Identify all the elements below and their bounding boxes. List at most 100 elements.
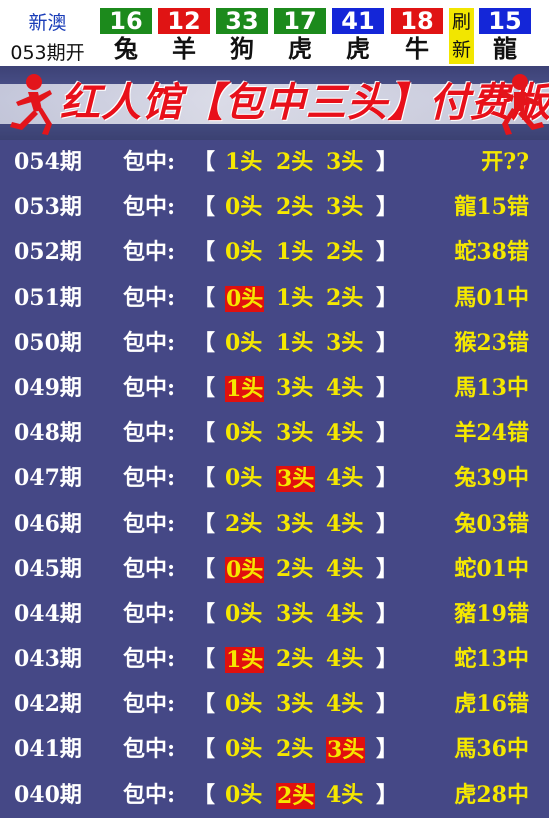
bracket-close: 】 [376,329,399,356]
row-period: 044期 [14,600,82,627]
number-ball: 33 狗 [216,8,268,64]
head-pick: 1头 [225,149,263,175]
head-pick: 4头 [326,781,364,808]
ball-number: 12 [158,8,210,35]
head-pick: 4头 [326,646,364,673]
ball-zodiac: 羊 [172,34,196,63]
row-result: 蛇13中 [454,646,529,673]
banner-title: 红人馆【包中三头】付费版 [60,79,549,126]
head-pick: 4头 [326,510,364,537]
head-pick: 3头 [326,737,366,764]
ball-number: 17 [274,8,326,35]
row-result: 虎16错 [454,691,529,718]
bracket-open: 【 [193,510,216,537]
bracket-close: 】 [376,600,399,627]
bracket-close: 】 [376,691,399,718]
ball-zodiac: 狗 [230,34,254,63]
ball-zodiac: 虎 [346,34,370,63]
row-period: 048期 [14,420,82,447]
bracket-close: 】 [376,555,399,582]
head-pick: 0头 [225,736,263,763]
head-pick: 1头 [225,375,265,402]
bracket-close: 】 [376,149,399,175]
bracket-close: 】 [376,736,399,763]
head-pick: 1头 [276,329,314,356]
head-pick: 0头 [225,781,263,808]
prediction-row: 048期 包中: 【 0头 3头 4头】 羊24错 [0,411,549,456]
head-pick: 3头 [276,691,314,718]
bracket-close: 】 [376,646,399,673]
row-period: 047期 [14,465,82,492]
row-period: 043期 [14,646,82,673]
bracket-open: 【 [193,329,216,356]
prediction-row: 054期 包中: 【 1头 2头 3头】 开?? [0,140,549,185]
row-prefix: 包中: [123,555,176,582]
refresh-label-bottom: 新 [451,39,471,61]
bracket-close: 】 [376,510,399,537]
draw-period-label: 053期开 [10,42,85,64]
row-result: 馬01中 [454,284,529,311]
refresh-button[interactable]: 刷 新 [449,8,474,64]
row-prefix: 包中: [123,420,176,447]
ball-number: 15 [479,8,531,35]
bracket-open: 【 [193,691,216,718]
row-period: 050期 [14,329,82,356]
bracket-open: 【 [193,555,216,582]
ball-zodiac: 兔 [114,34,138,63]
ball-number: 33 [216,8,268,35]
refresh-label-top: 刷 [451,11,471,33]
ball-number: 41 [332,8,384,35]
row-result: 羊24错 [454,420,529,447]
head-pick: 1头 [225,647,265,674]
head-pick: 3头 [276,600,314,627]
bracket-open: 【 [193,194,216,221]
row-result: 蛇38错 [454,239,529,266]
row-prefix: 包中: [123,781,176,808]
head-pick: 0头 [225,465,263,492]
row-prefix: 包中: [123,465,176,492]
row-period: 049期 [14,374,82,401]
bracket-close: 】 [376,284,399,311]
row-result: 豬19错 [454,600,529,627]
head-pick: 0头 [225,420,263,447]
row-prefix: 包中: [123,284,176,311]
head-pick: 4头 [326,600,364,627]
head-pick: 2头 [276,736,314,763]
row-prefix: 包中: [123,194,176,221]
row-result: 虎28中 [454,781,529,808]
prediction-row: 043期 包中: 【 1头 2头 4头】 蛇13中 [0,637,549,682]
head-pick: 0头 [225,285,265,312]
prediction-row: 041期 包中: 【 0头 2头 3头】 馬36中 [0,727,549,772]
ball-zodiac: 牛 [405,34,429,63]
head-pick: 4头 [326,374,364,401]
head-pick: 3头 [326,149,364,175]
row-period: 052期 [14,239,82,266]
draw-result-bar: 新澳 053期开 16 兔 12 羊 33 狗 17 虎 41 虎 18 牛 刷… [0,0,549,66]
head-pick: 0头 [225,239,263,266]
bracket-open: 【 [193,781,216,808]
head-pick: 0头 [225,556,265,583]
head-pick: 3头 [276,374,314,401]
running-man-icon [10,74,52,135]
head-pick: 4头 [326,465,364,492]
row-result: 蛇01中 [454,555,529,582]
head-pick: 2头 [276,194,314,221]
row-prefix: 包中: [123,691,176,718]
bracket-open: 【 [193,465,216,492]
row-period: 041期 [14,736,82,763]
head-pick: 1头 [276,239,314,266]
row-prefix: 包中: [123,510,176,537]
prediction-row: 049期 包中: 【 1头 3头 4头】 馬13中 [0,366,549,411]
head-pick: 3头 [326,194,364,221]
prediction-row: 045期 包中: 【 0头 2头 4头】 蛇01中 [0,547,549,592]
head-pick: 2头 [326,239,364,266]
prediction-row: 053期 包中: 【 0头 2头 3头】 龍15错 [0,185,549,230]
row-prefix: 包中: [123,646,176,673]
row-period: 040期 [14,781,82,808]
head-pick: 1头 [276,284,314,311]
bracket-close: 】 [376,194,399,221]
row-result: 兔03错 [454,510,529,537]
head-pick: 0头 [225,329,263,356]
bracket-open: 【 [193,736,216,763]
ball-number: 18 [391,8,443,35]
